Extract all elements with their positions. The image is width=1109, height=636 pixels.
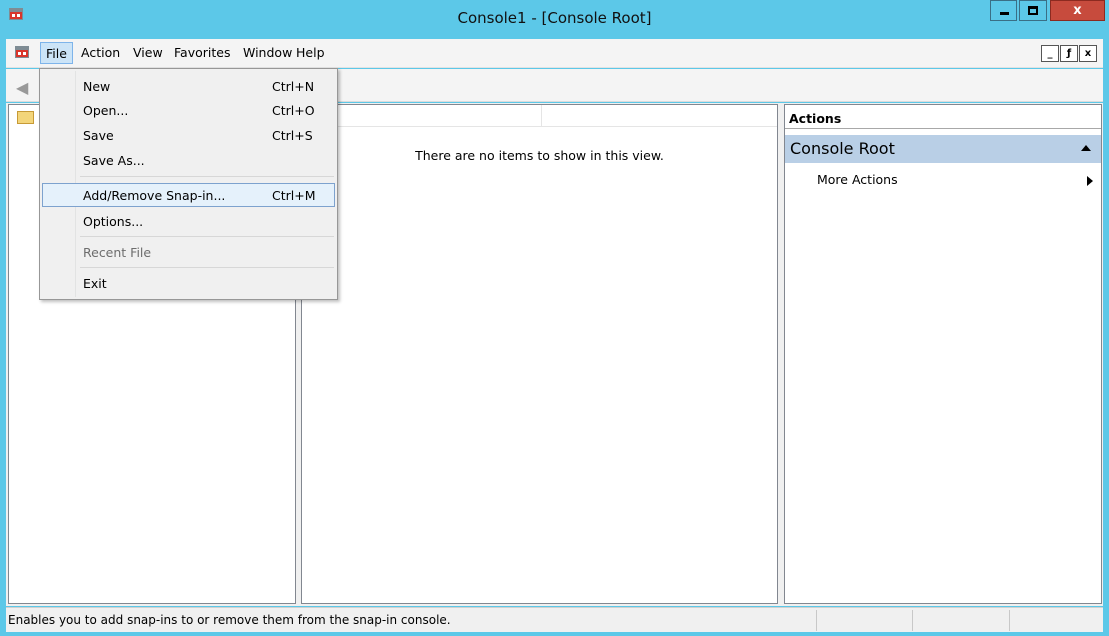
close-icon: x	[1073, 3, 1082, 18]
status-bar: Enables you to add snap-ins to or remove…	[6, 607, 1103, 632]
status-divider	[912, 610, 913, 631]
menu-file[interactable]: File	[40, 42, 73, 64]
title-bar[interactable]: Console1 - [Console Root] x	[0, 0, 1109, 38]
menu-window[interactable]: Window	[243, 45, 292, 60]
folder-icon[interactable]	[17, 111, 34, 124]
menu-separator	[80, 176, 334, 177]
actions-section-console-root[interactable]: Console Root	[785, 135, 1101, 163]
menu-item-open[interactable]: Open... Ctrl+O	[42, 98, 335, 122]
menu-item-shortcut: Ctrl+O	[272, 103, 315, 118]
menu-separator	[80, 267, 334, 268]
status-divider	[1009, 610, 1010, 631]
menu-item-label: Save As...	[83, 153, 145, 168]
menu-item-recent-file: Recent File	[42, 240, 335, 264]
menu-action[interactable]: Action	[81, 45, 120, 60]
menu-separator	[80, 236, 334, 237]
console-icon[interactable]	[14, 44, 30, 60]
submenu-arrow-icon	[1087, 176, 1093, 186]
mdi-controls: _ ƒ x	[1040, 45, 1097, 62]
result-pane[interactable]: e There are no items to show in this vie…	[301, 104, 778, 604]
menu-item-options[interactable]: Options...	[42, 209, 335, 233]
actions-pane: Actions Console Root More Actions	[784, 104, 1102, 604]
actions-section-label: Console Root	[790, 139, 895, 158]
empty-view-message: There are no items to show in this view.	[415, 148, 664, 163]
menu-item-label: Open...	[83, 103, 129, 118]
menu-item-shortcut: Ctrl+S	[272, 128, 313, 143]
menu-view[interactable]: View	[133, 45, 163, 60]
menu-item-add-remove-snap-in[interactable]: Add/Remove Snap-in... Ctrl+M	[42, 183, 335, 207]
menu-item-exit[interactable]: Exit	[42, 271, 335, 295]
menu-bar: File Action View Favorites Window Help _…	[6, 39, 1103, 68]
column-header-name[interactable]: e	[302, 105, 542, 127]
maximize-button[interactable]	[1019, 0, 1047, 21]
menu-item-label: Add/Remove Snap-in...	[83, 188, 226, 203]
maximize-icon	[1028, 6, 1038, 15]
more-actions-label: More Actions	[817, 172, 898, 187]
file-menu-dropdown: New Ctrl+N Open... Ctrl+O Save Ctrl+S Sa…	[39, 68, 338, 300]
menu-item-new[interactable]: New Ctrl+N	[42, 74, 335, 98]
menu-item-shortcut: Ctrl+N	[272, 79, 315, 94]
minimize-icon	[1000, 12, 1009, 15]
menu-item-label: New	[83, 79, 111, 94]
menu-help[interactable]: Help	[296, 45, 325, 60]
actions-title: Actions	[785, 105, 1101, 129]
mdi-restore-button[interactable]: ƒ	[1060, 45, 1078, 62]
minimize-button[interactable]	[990, 0, 1017, 21]
window-title: Console1 - [Console Root]	[457, 9, 652, 27]
menu-favorites[interactable]: Favorites	[174, 45, 230, 60]
menu-item-label: Options...	[83, 214, 144, 229]
collapse-arrow-icon[interactable]	[1081, 145, 1091, 151]
mmc-window: Console1 - [Console Root] x File Action …	[0, 0, 1109, 636]
more-actions-item[interactable]: More Actions	[785, 169, 1101, 191]
mdi-minimize-button[interactable]: _	[1041, 45, 1059, 62]
close-button[interactable]: x	[1050, 0, 1105, 21]
menu-item-label: Save	[83, 128, 114, 143]
mdi-close-button[interactable]: x	[1079, 45, 1097, 62]
menu-item-shortcut: Ctrl+M	[272, 188, 316, 203]
menu-item-label: Recent File	[83, 245, 152, 260]
back-arrow-icon[interactable]: ◀	[16, 78, 28, 97]
menu-item-label: Exit	[83, 276, 107, 291]
status-divider	[816, 610, 817, 631]
column-header-row: e	[302, 105, 777, 127]
menu-item-save[interactable]: Save Ctrl+S	[42, 123, 335, 147]
status-text: Enables you to add snap-ins to or remove…	[8, 613, 451, 627]
menu-item-save-as[interactable]: Save As...	[42, 148, 335, 172]
